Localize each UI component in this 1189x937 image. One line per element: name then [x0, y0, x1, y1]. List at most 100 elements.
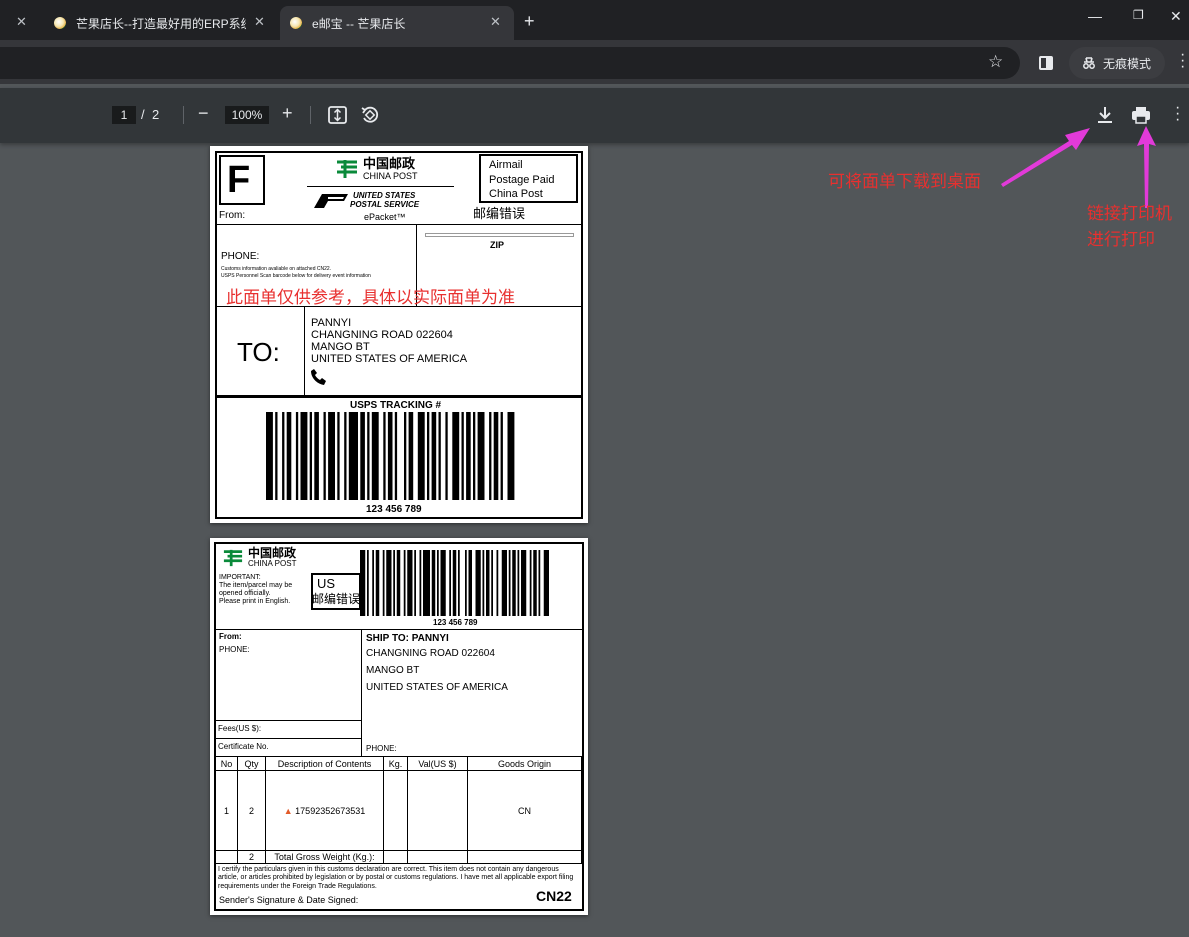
barcode-bar	[344, 412, 347, 500]
tab-epacket[interactable]: e邮宝 -- 芒果店长 ✕	[280, 6, 514, 40]
rotate-icon[interactable]	[360, 105, 380, 125]
browser-menu-icon[interactable]: · · ·	[1180, 47, 1185, 75]
barcode-bar	[348, 412, 358, 500]
cell-origin: CN	[467, 770, 582, 851]
phone-label: PHONE:	[221, 251, 260, 262]
china-post-cn: 中国邮政	[363, 156, 416, 171]
col-description: Description of Contents	[265, 756, 384, 771]
form-code: CN22	[536, 888, 572, 904]
recipient-phone-label: PHONE:	[366, 744, 397, 753]
zoom-out-button[interactable]: −	[198, 103, 209, 124]
barcode-bar	[337, 412, 340, 500]
restore-button[interactable]: ❐	[1133, 8, 1144, 22]
divider	[215, 395, 583, 398]
barcode-bar	[508, 550, 511, 616]
important-line-3: Please print in English.	[219, 598, 291, 605]
warning-icon: ▲	[283, 805, 293, 816]
epacket-label: ePacket™	[364, 212, 406, 222]
important-line-2: opened officially.	[219, 590, 271, 597]
cell-value	[407, 770, 468, 851]
tab-partial[interactable]: ✕	[0, 6, 36, 40]
side-panel-icon[interactable]	[1039, 56, 1053, 70]
total-weight-label: Total Gross Weight (Kg.):	[265, 850, 384, 864]
close-tab-icon[interactable]: ✕	[16, 14, 27, 30]
cn22-barcode	[360, 550, 549, 616]
new-tab-button[interactable]: +	[524, 4, 535, 38]
close-tab-icon[interactable]: ✕	[490, 14, 501, 30]
china-post-logo-icon	[337, 160, 357, 178]
barcode-bar	[452, 412, 460, 500]
from-label: From:	[219, 632, 242, 641]
barcode-bar	[275, 412, 278, 500]
usps-eagle-icon	[314, 194, 348, 208]
cell-description: ▲ 17592352673531	[265, 770, 384, 851]
tab-mango-erp[interactable]: 芒果店长--打造最好用的ERP系统 ✕	[44, 6, 280, 40]
recipient-address-2: MANGO BT	[311, 341, 370, 353]
important-title: IMPORTANT:	[219, 574, 261, 581]
barcode-bar	[482, 550, 485, 616]
col-value: Val(US $)	[407, 756, 468, 771]
barcode-bar	[394, 412, 398, 500]
from-label: From:	[219, 210, 246, 221]
close-tab-icon[interactable]: ✕	[254, 14, 265, 30]
col-kg: Kg.	[383, 756, 408, 771]
barcode-bar	[407, 550, 413, 616]
barcode-bar	[360, 550, 366, 616]
barcode-bar	[300, 412, 308, 500]
close-window-button[interactable]: ✕	[1170, 8, 1182, 25]
barcode-bar	[309, 412, 312, 500]
barcode-bar	[431, 550, 436, 616]
divider	[214, 720, 361, 721]
barcode-bar	[386, 550, 392, 616]
print-icon[interactable]	[1131, 106, 1151, 124]
page-number-input[interactable]: 1	[112, 106, 136, 124]
country-code: US	[317, 576, 336, 591]
fees-label: Fees(US $):	[218, 724, 262, 733]
barcode-bar	[396, 550, 401, 616]
barcode-bar	[543, 550, 549, 616]
incognito-label: 无痕模式	[1103, 56, 1152, 71]
signature-label: Sender's Signature & Date Signed:	[219, 895, 359, 905]
barcode-bar	[452, 550, 457, 616]
bookmark-star-icon[interactable]: ☆	[988, 52, 1003, 72]
zoom-in-button[interactable]: +	[282, 103, 293, 124]
col-qty: Qty	[237, 756, 266, 771]
pdf-more-icon[interactable]: · · ·	[1175, 100, 1180, 128]
incognito-badge[interactable]: 无痕模式	[1069, 47, 1165, 79]
barcode-bar	[466, 412, 471, 500]
print-arrow	[1137, 126, 1156, 208]
ship-to-title: SHIP TO: PANNYI	[366, 633, 449, 644]
phone-icon	[311, 369, 326, 385]
barcode-bar	[477, 412, 485, 500]
total-qty: 2	[237, 850, 266, 864]
important-line-1: The item/parcel may be	[219, 582, 293, 589]
mango-favicon-icon	[290, 17, 302, 29]
barcode-bar	[419, 550, 422, 616]
barcode-bar	[517, 550, 520, 616]
barcode-bar	[461, 412, 464, 500]
postage-line-1: Airmail	[489, 159, 523, 171]
zoom-input[interactable]: 100%	[225, 106, 269, 124]
barcode-bar	[383, 412, 386, 500]
pdf-page-2: 中国邮政 CHINA POST IMPORTANT: The item/parc…	[210, 538, 588, 915]
toolbar-divider	[310, 106, 311, 124]
barcode-bar	[489, 412, 492, 500]
ship-to-line-3: UNITED STATES OF AMERICA	[366, 682, 508, 693]
barcode-bar	[404, 412, 407, 500]
address-bar[interactable]	[0, 47, 1020, 79]
tracking-number: 123 456 789	[366, 504, 422, 515]
recipient-country: UNITED STATES OF AMERICA	[311, 353, 468, 365]
download-icon[interactable]	[1097, 106, 1113, 124]
barcode-bar	[458, 550, 460, 616]
minimize-button[interactable]: —	[1088, 8, 1102, 24]
cell-qty: 2	[237, 770, 266, 851]
china-post-en: CHINA POST	[363, 171, 418, 181]
barcode-bar	[431, 412, 437, 500]
barcode-bar	[486, 550, 490, 616]
barcode-bar	[438, 412, 441, 500]
recipient-address-1: CHANGNING ROAD 022604	[311, 329, 453, 341]
tracking-barcode	[266, 412, 515, 500]
tab-label: e邮宝 -- 芒果店长	[312, 16, 406, 31]
fit-page-icon[interactable]	[328, 106, 347, 124]
usps-line2: POSTAL SERVICE	[350, 200, 420, 209]
